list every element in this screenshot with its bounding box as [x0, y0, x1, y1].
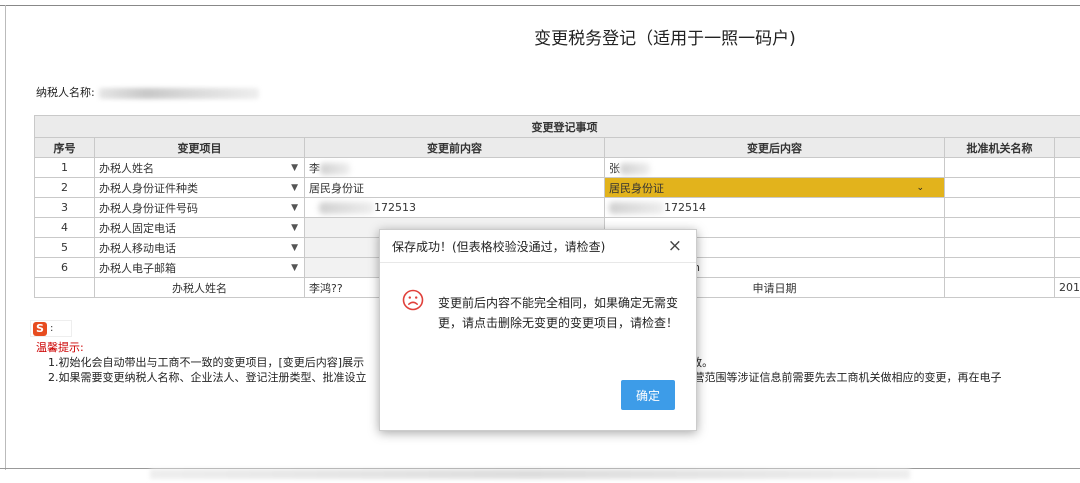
page: 变更税务登记（适用于一照一码户) 纳税人名称: 变更登记事项 序号 变更项目 变…: [0, 0, 1080, 483]
dialog-header: 保存成功！(但表格校验没通过，请检查) ×: [380, 230, 696, 263]
sad-face-icon: [402, 289, 424, 311]
close-icon[interactable]: ×: [668, 237, 682, 255]
dialog-message: 变更前后内容不能完全相同，如果确定无需变更，请点击删除无变更的变更项目，请检查！: [438, 296, 679, 330]
dialog-title: 保存成功！(但表格校验没通过，请检查): [392, 239, 606, 254]
alert-dialog: 保存成功！(但表格校验没通过，请检查) × 变更前后内容不能完全相同，如果确定无…: [379, 229, 697, 431]
ok-button[interactable]: 确定: [621, 380, 675, 410]
dialog-body: 变更前后内容不能完全相同，如果确定无需变更，请点击删除无变更的变更项目，请检查！: [380, 263, 696, 333]
